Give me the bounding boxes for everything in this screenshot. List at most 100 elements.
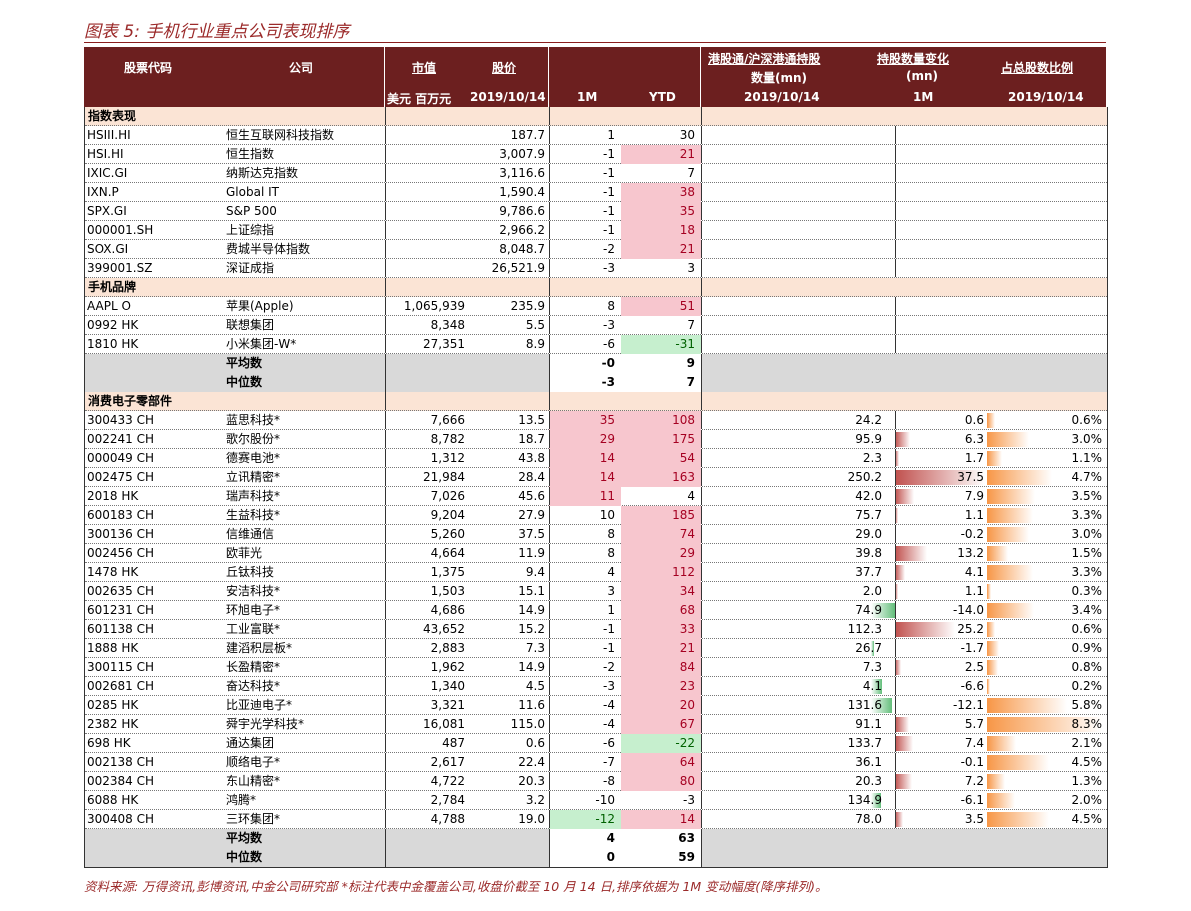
table-header: 股票代码 公司 市值 股价 港股通/沪深港通持股 数量(mn) 持股数量变化 (…: [84, 47, 1106, 107]
stock-code: 1478 HK: [87, 565, 139, 579]
return-ytd: 74: [621, 525, 701, 544]
header-price: 股价: [492, 61, 517, 75]
holding-pct: 4.5%: [1071, 755, 1103, 769]
table-row: 002138 CH 顺络电子* 2,617 22.4 -7 64 36.1 -0.1 4.5%: [85, 753, 1107, 772]
company-name: 纳斯达克指数: [226, 166, 299, 180]
holding-change: 25.2: [957, 622, 984, 636]
market-cap: 1,375: [430, 565, 465, 579]
section-header: 消费电子零部件: [85, 392, 1107, 411]
stock-price: 20.3: [518, 774, 545, 788]
return-1m: 8: [607, 546, 615, 560]
company-name: 立讯精密*: [226, 470, 281, 484]
return-ytd: 35: [621, 202, 701, 221]
holding-pct: 2.0%: [1071, 793, 1103, 807]
stock-code: SPX.GI: [87, 204, 127, 218]
company-name: Global IT: [226, 185, 279, 199]
return-1m: -1: [603, 641, 615, 655]
header-hold-chg-1: 持股数量变化: [877, 52, 950, 66]
header-company: 公司: [289, 61, 314, 75]
return-ytd: 67: [621, 715, 701, 734]
hk-connect-holding: 39.8: [855, 546, 882, 560]
company-name: 长盈精密*: [226, 660, 281, 674]
stock-code: 002475 CH: [87, 470, 155, 484]
return-ytd: 20: [621, 696, 701, 715]
stat-ytd: 9: [621, 354, 701, 373]
hk-connect-holding: 2.3: [862, 451, 882, 465]
company-name: 信维通信: [226, 527, 275, 541]
stock-price: 19.0: [518, 812, 545, 826]
return-1m: 1: [607, 603, 615, 617]
return-1m: -4: [603, 717, 615, 731]
stock-code: 2382 HK: [87, 717, 139, 731]
return-ytd: 84: [621, 658, 701, 677]
source-note: 资料来源: 万得资讯,彭博资讯,中金公司研究部 *标注代表中金覆盖公司,收盘价截…: [84, 879, 828, 894]
table-row: 601138 CH 工业富联* 43,652 15.2 -1 33 112.3 25.2 0.6…: [85, 620, 1107, 639]
stock-code: 300115 CH: [87, 660, 155, 674]
table-row: 002241 CH 歌尔股份* 8,782 18.7 29 175 95.9 6.3 3.0%: [85, 430, 1107, 449]
holding-pct: 1.5%: [1071, 546, 1103, 560]
table-row: 2382 HK 舜宇光学科技* 16,081 115.0 -4 67 91.1 5.7 8.3%: [85, 715, 1107, 734]
market-cap: 7,666: [430, 413, 465, 427]
table-row: HSIII.HI 恒生互联网科技指数 187.7 1 30: [85, 126, 1107, 145]
median-row: 中位数 -3 7: [85, 373, 1107, 392]
holding-change: 1.7: [964, 451, 984, 465]
stock-code: 002456 CH: [87, 546, 155, 560]
holding-pct: 3.5%: [1071, 489, 1103, 503]
table-row: 1810 HK 小米集团-W* 27,351 8.9 -6 -31: [85, 335, 1107, 354]
stock-price: 5.5: [525, 318, 545, 332]
market-cap: 8,782: [430, 432, 465, 446]
holding-pct: 1.3%: [1071, 774, 1103, 788]
company-name: 通达集团: [226, 736, 275, 750]
company-name: 工业富联*: [226, 622, 281, 636]
return-1m: -8: [603, 774, 615, 788]
company-name: 瑞声科技*: [226, 489, 281, 503]
stock-code: 300433 CH: [87, 413, 155, 427]
hk-connect-holding: 20.3: [855, 774, 882, 788]
header-pct: 占总股数比例: [1001, 61, 1074, 75]
hk-connect-holding: 42.0: [855, 489, 882, 503]
table-row: 300136 CH 信维通信 5,260 37.5 8 74 29.0 -0.2 3.0%: [85, 525, 1107, 544]
stock-code: 6088 HK: [87, 793, 139, 807]
stock-price: 2,966.2: [499, 223, 545, 237]
stock-price: 3,116.6: [499, 166, 545, 180]
title-divider: [84, 42, 1106, 43]
stock-price: 27.9: [518, 508, 545, 522]
header-sub-1m: 1M: [577, 90, 598, 104]
company-name: 鸿腾*: [226, 793, 257, 807]
stat-1m: -0: [549, 354, 621, 373]
table-row: 300408 CH 三环集团* 4,788 19.0 -12 14 78.0 3.5 4.5%: [85, 810, 1107, 829]
holding-change: -6.6: [960, 679, 984, 693]
market-cap: 16,081: [423, 717, 465, 731]
stat-label: 中位数: [226, 850, 263, 864]
market-cap: 9,204: [430, 508, 465, 522]
return-1m: 11: [549, 487, 621, 506]
table-row: 6088 HK 鸿腾* 2,784 3.2 -10 -3 134.9 -6.1 2.0%: [85, 791, 1107, 810]
performance-table: 指数表现 HSIII.HI 恒生互联网科技指数 187.7 1 30 HSI.HI 恒生指数 3…: [84, 107, 1108, 868]
header-code: 股票代码: [124, 61, 173, 75]
return-1m: -1: [603, 622, 615, 636]
market-cap: 27,351: [423, 337, 465, 351]
table-row: 601231 CH 环旭电子* 4,686 14.9 1 68 74.9 -14.0 3.4%: [85, 601, 1107, 620]
return-ytd: 68: [621, 601, 701, 620]
return-1m: -6: [603, 337, 615, 351]
stat-1m: 4: [549, 829, 621, 848]
return-1m: -3: [603, 679, 615, 693]
return-1m: -7: [603, 755, 615, 769]
stock-code: HSIII.HI: [87, 128, 131, 142]
return-ytd: 3: [687, 261, 695, 275]
holding-pct: 4.5%: [1071, 812, 1103, 826]
company-name: 联想集团: [226, 318, 275, 332]
stock-code: 600183 CH: [87, 508, 155, 522]
holding-change: 7.4: [964, 736, 984, 750]
stat-label: 平均数: [226, 356, 263, 370]
holding-pct: 3.3%: [1071, 565, 1103, 579]
hk-connect-holding: 4.1: [862, 679, 882, 693]
stock-code: 002138 CH: [87, 755, 155, 769]
table-row: 300433 CH 蓝思科技* 7,666 13.5 35 108 24.2 0.6 0.6%: [85, 411, 1107, 430]
stock-price: 14.9: [518, 603, 545, 617]
market-cap: [385, 183, 465, 202]
stat-1m: 0: [549, 848, 621, 867]
market-cap: [385, 202, 465, 221]
market-cap: 5,260: [430, 527, 465, 541]
stock-price: 7.3: [525, 641, 545, 655]
